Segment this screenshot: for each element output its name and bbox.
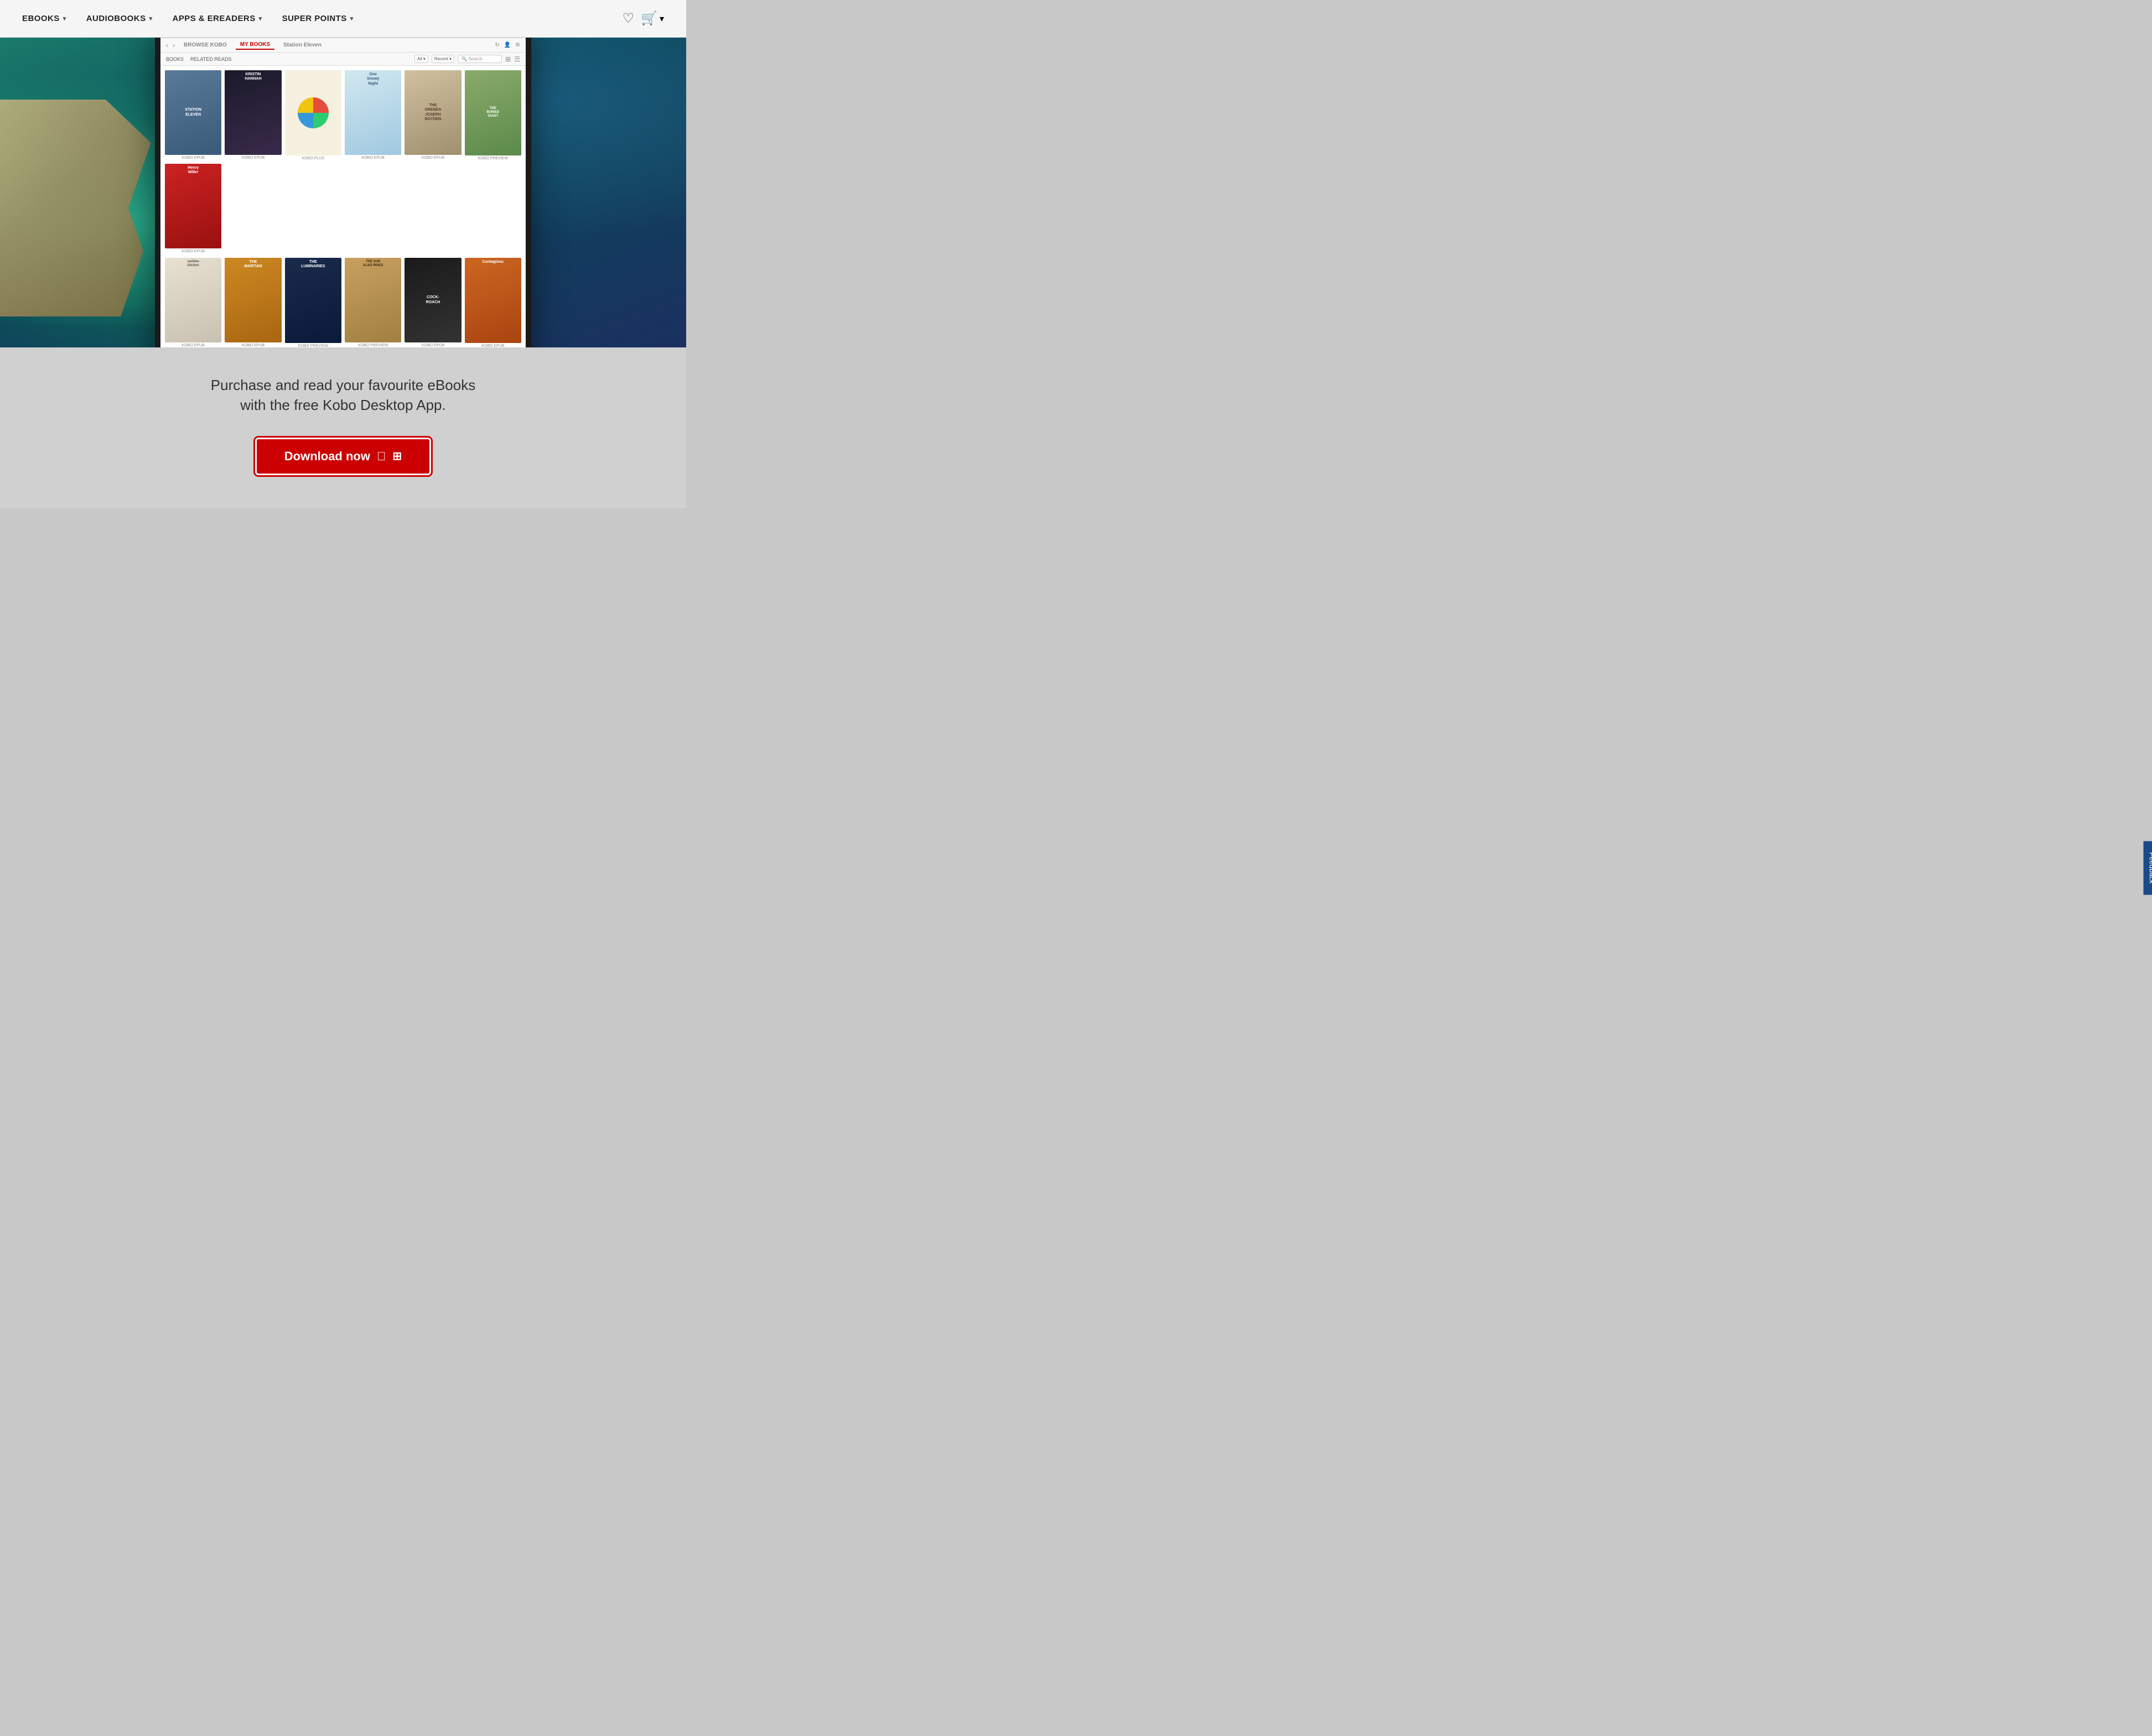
chevron-down-icon: ▾	[350, 15, 354, 22]
book-format-orenda: KOBO EPUB	[405, 156, 461, 160]
book-item-kristin-hannah[interactable]: KRISTINHANNAH KOBO EPUB	[225, 70, 281, 160]
chevron-down-icon: ▾	[449, 56, 452, 61]
book-format-buried-giant: KOBO PREVIEW	[465, 157, 521, 160]
nav-item-apps[interactable]: APPS & eREADERS ▾	[173, 14, 262, 23]
book-item-colorful[interactable]: KOBO PLUS	[285, 70, 341, 160]
book-item-buried-giant[interactable]: THEBURIEDGIANT KOBO PREVIEW	[465, 70, 521, 160]
laptop-nav: ‹ › BROWSE KOBO MY BOOKS Station Eleven …	[160, 38, 526, 53]
wishlist-button[interactable]: ♡	[623, 11, 635, 27]
book-cover-sun-also-rises: THE SUNALSO RISES	[345, 258, 401, 342]
book-cover-contagious: Contagious	[465, 258, 521, 343]
profile-icon: 👤	[504, 42, 511, 48]
book-format-contagious: KOBO EPUB	[465, 344, 521, 347]
book-format-one-snowy-night: KOBO EPUB	[345, 156, 401, 160]
toolbar-sub-tabs: BOOKS RELATED READS	[166, 56, 231, 62]
book-cover-kristin-hannah: KRISTINHANNAH	[225, 70, 281, 155]
book-item-luminaries[interactable]: THELUMINARIES KOBO PREVIEW	[285, 258, 341, 347]
book-format-kristin-hannah: KOBO EPUB	[225, 156, 281, 160]
pie-chart-icon	[297, 96, 330, 129]
book-format-sun-also-rises: KOBO PREVIEW	[345, 344, 401, 347]
download-now-button[interactable]: Download now  ⊞	[255, 438, 431, 475]
book-format-smitten-kitchen: KOBO EPUB	[165, 344, 221, 347]
grid-view-icon[interactable]: ⊞	[505, 55, 511, 63]
filter-recent-select[interactable]: Recent ▾	[432, 55, 454, 63]
laptop-container: ‹ › BROWSE KOBO MY BOOKS Station Eleven …	[155, 38, 531, 347]
tab-station-eleven[interactable]: Station Eleven	[279, 41, 326, 49]
cart-area[interactable]: 🛒 ▾	[641, 11, 664, 27]
laptop-toolbar: BOOKS RELATED READS All ▾ Recent ▾	[160, 53, 526, 66]
apple-icon: 	[377, 449, 386, 464]
sub-tab-related[interactable]: RELATED READS	[190, 56, 231, 62]
book-format-station-eleven: KOBO EPUB	[165, 156, 221, 160]
tab-my-books[interactable]: MY BOOKS	[236, 40, 274, 50]
book-item-sun-also-rises[interactable]: THE SUNALSO RISES KOBO PREVIEW	[345, 258, 401, 347]
heart-icon: ♡	[623, 11, 635, 27]
book-cover-luminaries: THELUMINARIES	[285, 258, 341, 343]
book-cover-colorful	[285, 70, 341, 155]
book-item-smitten-kitchen[interactable]: smittenkitchen KOBO EPUB	[165, 258, 221, 347]
book-cover-buried-giant: THEBURIEDGIANT	[465, 70, 521, 155]
nav-item-superpoints[interactable]: SUPER POINTS ▾	[282, 14, 354, 23]
book-format-miller: KOBO EPUB	[165, 250, 221, 253]
book-item-station-eleven[interactable]: STATIONELEVEN KOBO EPUB	[165, 70, 221, 160]
nav-left: eBOOKS ▾ AUDIOBOOKS ▾ APPS & eREADERS ▾ …	[22, 14, 354, 23]
book-format-martian: KOBO EPUB	[225, 344, 281, 347]
chevron-down-icon: ▾	[63, 15, 66, 22]
forward-arrow-icon: ›	[173, 41, 175, 49]
book-item-contagious[interactable]: Contagious KOBO EPUB	[465, 258, 521, 347]
cart-button[interactable]: 🛒	[641, 11, 657, 27]
book-cover-martian: THEMARTIAN	[225, 258, 281, 342]
book-item-one-snowy-night[interactable]: OneSnowyNight KOBO EPUB	[345, 70, 401, 160]
windows-icon: ⊞	[392, 449, 402, 463]
search-input[interactable]: 🔍 Search	[458, 55, 502, 63]
book-item-orenda[interactable]: THEORENDAJOSEPHBOYDEN KOBO EPUB	[405, 70, 461, 160]
book-item-miller[interactable]: HenryMiller KOBO EPUB	[165, 164, 221, 253]
back-arrow-icon: ‹	[166, 41, 168, 49]
book-format-luminaries: KOBO PREVIEW	[285, 344, 341, 347]
settings-icon: ⚙	[515, 42, 520, 48]
navbar: eBOOKS ▾ AUDIOBOOKS ▾ APPS & eREADERS ▾ …	[0, 0, 686, 38]
book-cover-orenda: THEORENDAJOSEPHBOYDEN	[405, 70, 461, 155]
laptop-mockup: ‹ › BROWSE KOBO MY BOOKS Station Eleven …	[155, 38, 531, 347]
book-grid-row2: smittenkitchen KOBO EPUB THEMARTIAN KOBO…	[160, 258, 526, 347]
laptop-screen: ‹ › BROWSE KOBO MY BOOKS Station Eleven …	[160, 38, 526, 347]
book-cover-one-snowy-night: OneSnowyNight	[345, 70, 401, 155]
nav-label-superpoints: SUPER POINTS	[282, 14, 347, 23]
book-cover-cockroach: COCK-ROACH	[405, 258, 461, 342]
chevron-down-icon: ▾	[660, 13, 664, 24]
toolbar-controls: All ▾ Recent ▾ 🔍 Search ⊞	[414, 55, 520, 63]
book-item-martian[interactable]: THEMARTIAN KOBO EPUB	[225, 258, 281, 347]
book-format-colorful: KOBO PLUS	[285, 157, 341, 160]
hero-content: Escape from email and indulge your love …	[0, 38, 686, 347]
chevron-down-icon: ▾	[423, 56, 426, 61]
search-icon: 🔍	[461, 56, 467, 61]
tab-browse-kobo[interactable]: BROWSE KOBO	[179, 41, 231, 49]
nav-label-audiobooks: AUDIOBOOKS	[86, 14, 146, 23]
nav-label-ebooks: eBOOKS	[22, 14, 60, 23]
nav-item-audiobooks[interactable]: AUDIOBOOKS ▾	[86, 14, 153, 23]
chevron-down-icon: ▾	[149, 15, 153, 22]
book-item-cockroach[interactable]: COCK-ROACH KOBO EPUB	[405, 258, 461, 347]
purchase-text: Purchase and read your favourite eBooks …	[211, 375, 475, 415]
book-cover-miller: HenryMiller	[165, 164, 221, 248]
refresh-icon: ↻	[495, 42, 499, 48]
hero-section: Escape from email and indulge your love …	[0, 38, 686, 347]
book-cover-smitten-kitchen: smittenkitchen	[165, 258, 221, 342]
list-view-icon[interactable]: ☰	[514, 55, 520, 63]
download-label: Download now	[284, 449, 370, 464]
book-grid-row1: STATIONELEVEN KOBO EPUB KRISTINHANNAH KO…	[160, 66, 526, 258]
nav-item-ebooks[interactable]: eBOOKS ▾	[22, 14, 66, 23]
feedback-tab[interactable]: Feedback	[2144, 841, 2152, 895]
filter-all-select[interactable]: All ▾	[414, 55, 428, 63]
sub-tab-books[interactable]: BOOKS	[166, 56, 184, 62]
book-cover-station-eleven: STATIONELEVEN	[165, 70, 221, 155]
book-format-cockroach: KOBO EPUB	[405, 344, 461, 347]
chevron-down-icon: ▾	[259, 15, 262, 22]
nav-label-apps: APPS & eREADERS	[173, 14, 256, 23]
cart-icon: 🛒	[641, 11, 657, 27]
below-hero-section: Purchase and read your favourite eBooks …	[0, 347, 686, 508]
nav-right: ♡ 🛒 ▾	[623, 11, 664, 27]
